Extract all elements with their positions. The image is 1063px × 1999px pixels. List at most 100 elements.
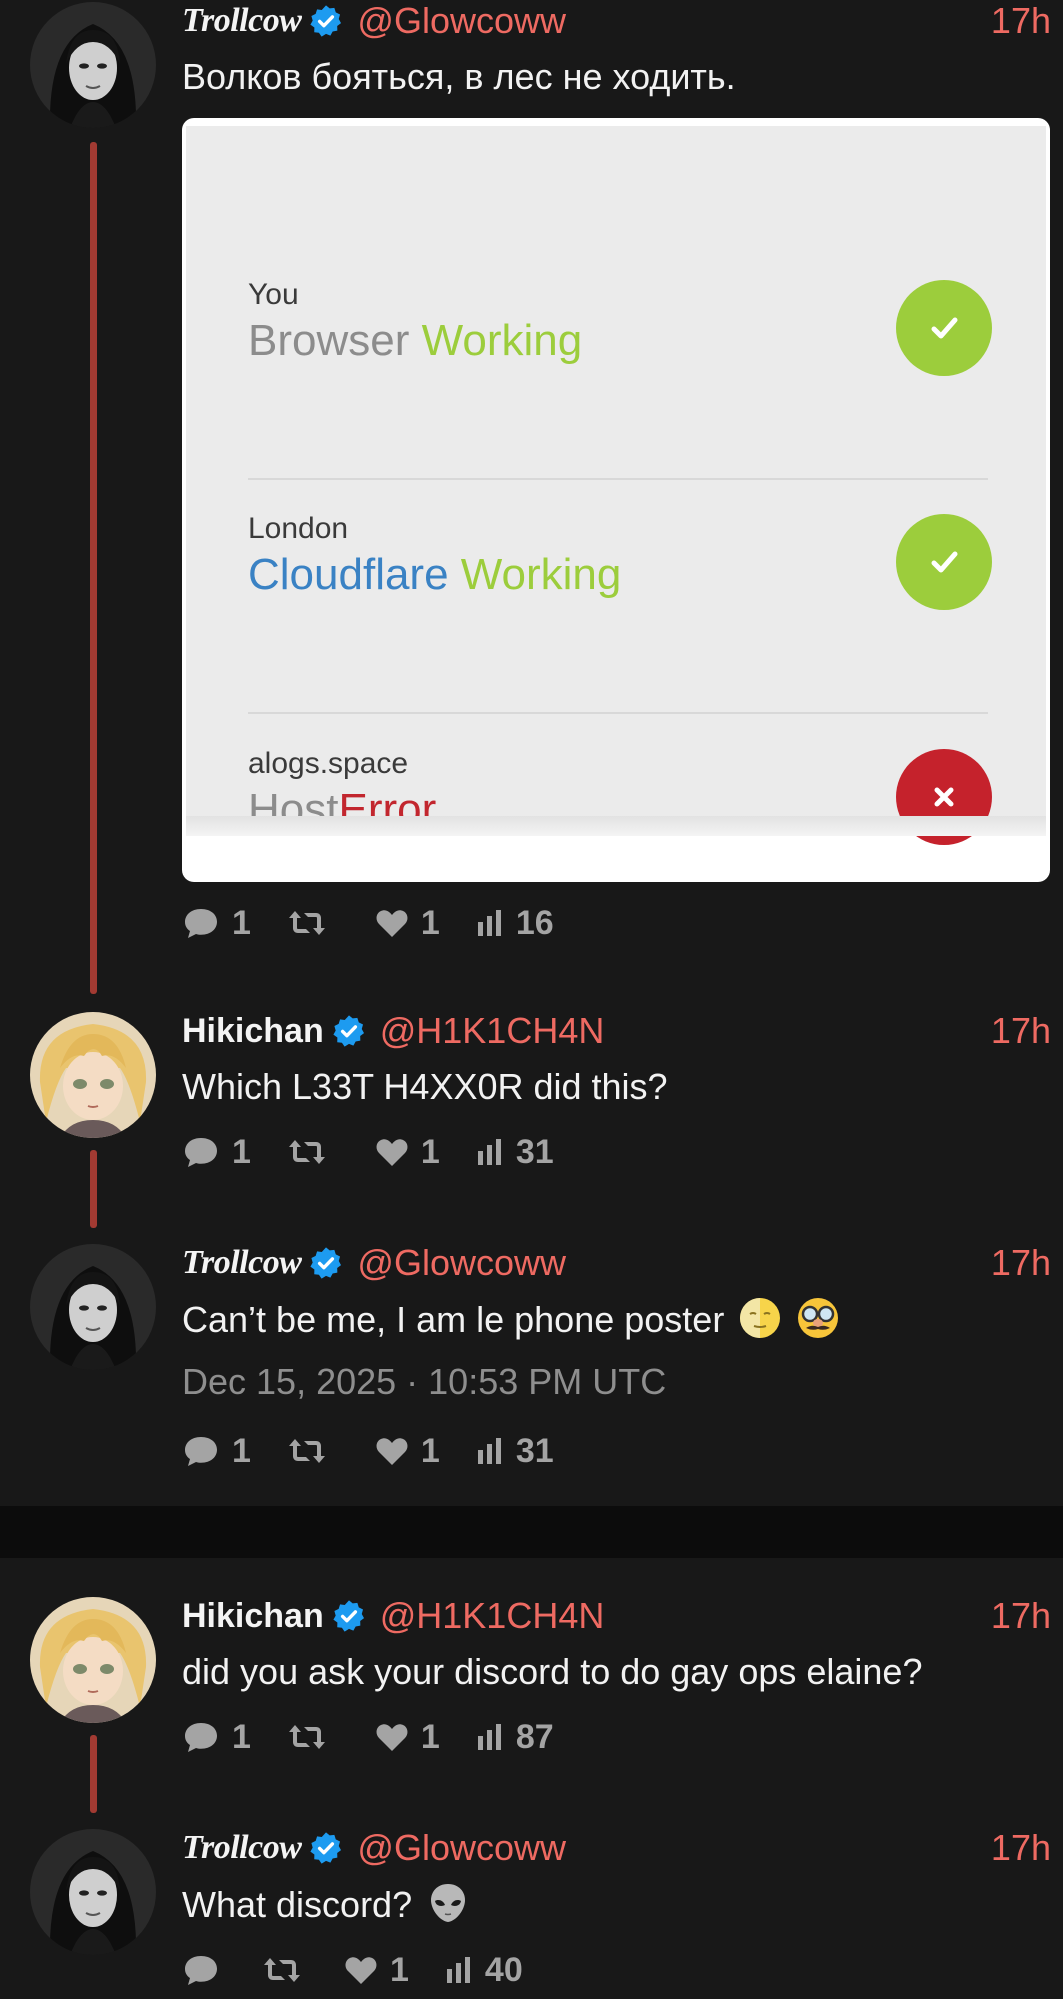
tweet-date[interactable]: Dec 15, 2025 · 10:53 PM UTC: [182, 1361, 1051, 1403]
status-row-cloudflare: London Cloudflare Working: [248, 512, 992, 728]
like-button[interactable]: 1: [375, 1133, 440, 1172]
tweet-actions: 1 1 87: [182, 1717, 1051, 1757]
retweet-button[interactable]: [287, 1136, 339, 1168]
view-count: 16: [515, 903, 554, 942]
divider: [248, 712, 988, 714]
thread-line: [90, 1735, 97, 1813]
views-button[interactable]: 87: [476, 1718, 554, 1757]
verified-badge-icon: [309, 1246, 343, 1280]
like-button[interactable]: 1: [375, 1432, 440, 1471]
tweet[interactable]: Trollcow @Glowcoww 17h Can’t be me, I am…: [0, 1242, 1063, 1482]
timestamp[interactable]: 17h: [991, 0, 1051, 42]
retweet-icon: [288, 1140, 325, 1164]
avatar-trollcow-image: [30, 1244, 156, 1370]
tweet-text: What discord?: [182, 1884, 413, 1925]
tweet-text-container: Can’t be me, I am le phone poster: [182, 1296, 1051, 1343]
verified-badge-icon: [309, 4, 343, 38]
like-count: 1: [390, 1950, 409, 1989]
tweet[interactable]: Trollcow @Glowcoww 17h What discord? 1 4…: [0, 1827, 1063, 1999]
reply-count: 1: [232, 1132, 251, 1171]
views-button[interactable]: 40: [445, 1951, 523, 1990]
timestamp[interactable]: 17h: [991, 1827, 1051, 1869]
tweet-text: did you ask your discord to do gay ops e…: [182, 1651, 923, 1692]
tweet[interactable]: Trollcow @Glowcoww 17h Волков бояться, в…: [0, 0, 1063, 980]
avatar-trollcow-image: [30, 1829, 156, 1955]
reply-button[interactable]: 1: [182, 1718, 251, 1757]
avatar[interactable]: [30, 1597, 156, 1723]
status-panel: You Browser Working London Cloudflare Wo…: [186, 126, 1046, 845]
view-count: 31: [515, 1132, 554, 1171]
tweet[interactable]: Hikichan @H1K1CH4N 17h Which L33T H4XX0R…: [0, 1010, 1063, 1180]
tweet-text: Волков бояться, в лес не ходить.: [182, 56, 736, 97]
view-count: 31: [515, 1431, 554, 1470]
like-count: 1: [420, 1132, 440, 1171]
user-handle[interactable]: @Glowcoww: [357, 1827, 566, 1869]
reply-count: 1: [232, 1717, 251, 1756]
display-name[interactable]: Trollcow: [182, 2, 302, 40]
display-name[interactable]: Hikichan: [182, 1597, 324, 1636]
retweet-icon: [288, 1725, 325, 1749]
attached-image[interactable]: You Browser Working London Cloudflare Wo…: [182, 118, 1050, 882]
like-button[interactable]: 1: [375, 904, 440, 943]
thread-separator: [0, 1506, 1063, 1558]
display-name[interactable]: Trollcow: [182, 1829, 302, 1867]
status-location: London: [248, 512, 349, 545]
avatar[interactable]: [30, 1012, 156, 1138]
status-label: Browser Working: [248, 316, 582, 366]
reply-button[interactable]: 1: [182, 904, 251, 943]
tweet-actions: 1 1 16: [182, 903, 1051, 943]
status-row-browser: You Browser Working: [248, 278, 992, 494]
check-icon: [896, 280, 992, 376]
avatar-hikichan-image: [30, 1597, 156, 1723]
like-button[interactable]: 1: [375, 1718, 440, 1757]
avatar-hikichan-image: [30, 1012, 156, 1138]
views-button[interactable]: 16: [476, 904, 554, 943]
heart-icon: [345, 1957, 377, 1984]
reply-button[interactable]: 1: [182, 1133, 251, 1172]
reply-button[interactable]: [182, 1952, 232, 1988]
timestamp[interactable]: 17h: [991, 1242, 1051, 1284]
tweet-actions: 1 1 31: [182, 1132, 1051, 1172]
avatar[interactable]: [30, 2, 156, 128]
timestamp[interactable]: 17h: [991, 1595, 1051, 1637]
comment-icon: [185, 1723, 217, 1752]
retweet-button[interactable]: [262, 1954, 314, 1986]
view-count: 87: [515, 1717, 554, 1756]
tweet-feed: Trollcow @Glowcoww 17h Волков бояться, в…: [0, 0, 1063, 1999]
retweet-icon: [288, 1439, 325, 1463]
tweet[interactable]: Hikichan @H1K1CH4N 17h did you ask your …: [0, 1595, 1063, 1765]
like-button[interactable]: 1: [344, 1951, 409, 1990]
avatar[interactable]: [30, 1244, 156, 1370]
views-button[interactable]: 31: [476, 1432, 554, 1471]
user-handle[interactable]: @H1K1CH4N: [380, 1010, 605, 1052]
display-name[interactable]: Trollcow: [182, 1244, 302, 1282]
user-handle[interactable]: @Glowcoww: [357, 0, 566, 42]
retweet-button[interactable]: [287, 907, 339, 939]
display-name[interactable]: Hikichan: [182, 1012, 324, 1051]
comment-icon: [185, 1956, 217, 1985]
retweet-icon: [264, 1958, 300, 1982]
user-handle[interactable]: @H1K1CH4N: [380, 1595, 605, 1637]
bar-chart-icon: [477, 910, 501, 936]
status-label: Cloudflare Working: [248, 550, 621, 600]
views-button[interactable]: 31: [476, 1133, 554, 1172]
bar-chart-icon: [477, 1438, 501, 1464]
verified-badge-icon: [332, 1014, 366, 1048]
avatar[interactable]: [30, 1829, 156, 1955]
like-count: 1: [420, 903, 440, 942]
heart-icon: [376, 1438, 408, 1465]
tweet-text-container: What discord?: [182, 1881, 1051, 1928]
tweet-actions: 1 40: [182, 1950, 1051, 1990]
retweet-button[interactable]: [287, 1721, 339, 1753]
timestamp[interactable]: 17h: [991, 1010, 1051, 1052]
retweet-icon: [288, 911, 325, 935]
reply-button[interactable]: 1: [182, 1432, 251, 1471]
like-count: 1: [420, 1717, 440, 1756]
view-count: 40: [484, 1950, 523, 1989]
retweet-button[interactable]: [287, 1435, 339, 1467]
tweet-text: Can’t be me, I am le phone poster: [182, 1299, 725, 1340]
status-location: You: [248, 278, 299, 311]
status-location: alogs.space: [248, 747, 409, 780]
user-handle[interactable]: @Glowcoww: [357, 1242, 566, 1284]
status-word: Cloudflare: [248, 550, 449, 599]
